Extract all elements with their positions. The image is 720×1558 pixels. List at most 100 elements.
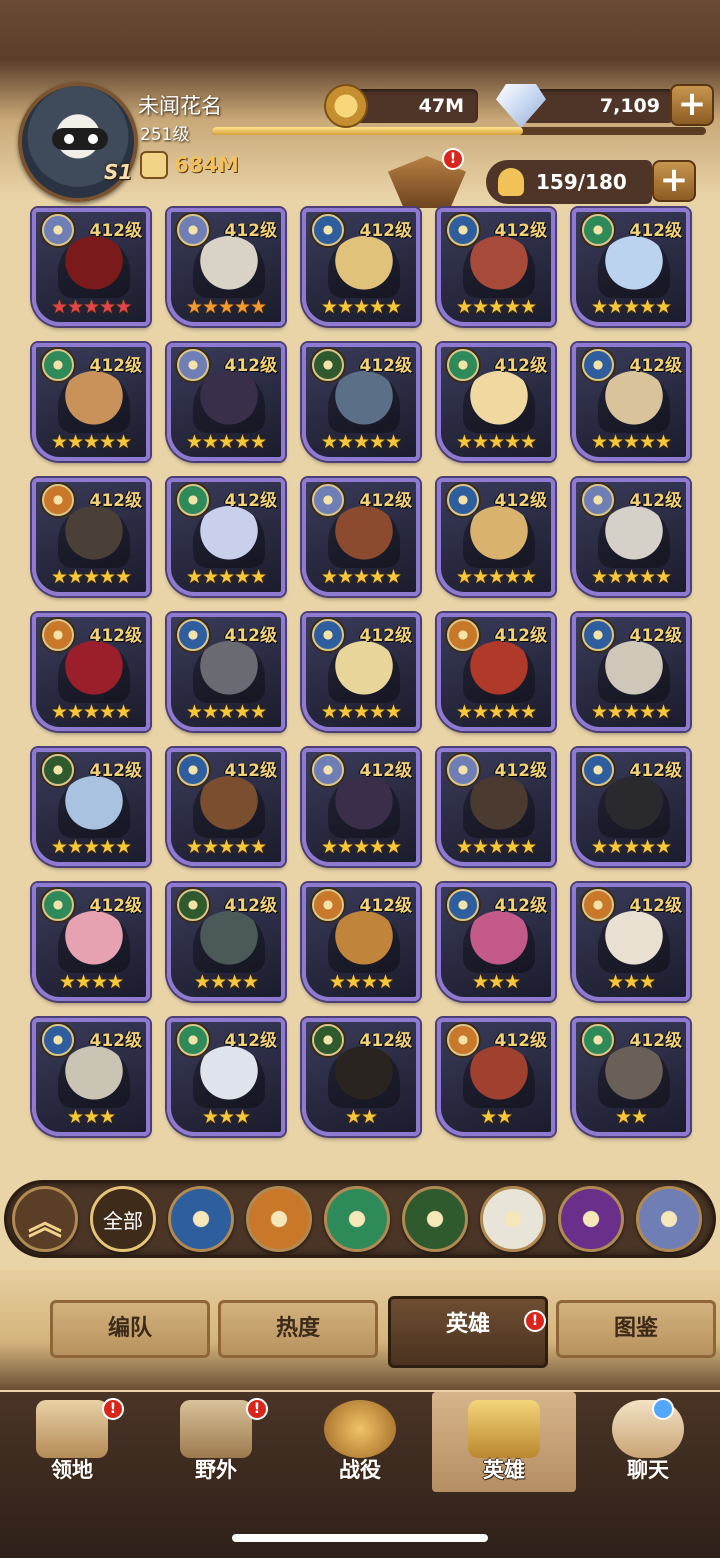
formation-alert-badge: !: [442, 148, 464, 170]
hero-card[interactable]: 412级 ★★★: [572, 883, 690, 1001]
hero-portrait: [463, 776, 535, 838]
hero-card[interactable]: 412级 ★★★: [437, 883, 555, 1001]
hero-card[interactable]: 412级 ★★★★★: [32, 208, 150, 326]
hero-card[interactable]: 412级 ★★★★★: [32, 343, 150, 461]
faction-emblem-icon: [312, 1024, 344, 1056]
hero-level: 412级: [89, 491, 143, 511]
star-rating: ★★★★: [193, 971, 259, 993]
hero-level: 412级: [629, 626, 683, 646]
hero-card[interactable]: 412级 ★★★★★: [302, 478, 420, 596]
hero-card[interactable]: 412级 ★★★★★: [167, 343, 285, 461]
star-rating: ★★: [479, 1106, 513, 1128]
hero-card[interactable]: 412级 ★★★: [167, 1018, 285, 1136]
star-rating: ★★★★★: [185, 431, 267, 453]
hero-card[interactable]: 412级 ★★: [302, 1018, 420, 1136]
castle-icon: [36, 1400, 108, 1458]
hero-portrait: [58, 776, 130, 838]
hero-card[interactable]: 412级 ★★★★★: [572, 208, 690, 326]
hero-card[interactable]: 412级 ★★★★★: [572, 343, 690, 461]
faction-emblem-icon: [42, 619, 74, 651]
filter-graveborn-icon[interactable]: [402, 1186, 468, 1252]
filter-mauler-icon[interactable]: [246, 1186, 312, 1252]
star-rating: ★★★★★: [590, 431, 672, 453]
hero-card[interactable]: 412级 ★★★★★: [167, 613, 285, 731]
hero-card[interactable]: 412级 ★★: [437, 1018, 555, 1136]
hero-level: 412级: [629, 356, 683, 376]
star-rating: ★★: [344, 1106, 378, 1128]
hero-level: 412级: [494, 626, 548, 646]
heroes-tab-alert-badge: !: [524, 1310, 546, 1332]
nav-campaign[interactable]: 战役: [288, 1392, 432, 1492]
filter-hypogean-icon[interactable]: [558, 1186, 624, 1252]
faction-emblem-icon: [582, 484, 614, 516]
star-rating: ★★★★★: [50, 701, 132, 723]
hero-portrait: [328, 371, 400, 433]
star-rating: ★★★★★: [590, 296, 672, 318]
hero-card[interactable]: 412级 ★★★★★: [32, 613, 150, 731]
nav-heroes[interactable]: 英雄: [432, 1392, 576, 1492]
hero-card[interactable]: 412级 ★★★★★: [437, 613, 555, 731]
faction-emblem-icon: [447, 754, 479, 786]
hero-portrait: [193, 371, 265, 433]
hero-level: 412级: [494, 1031, 548, 1051]
hero-portrait: [193, 236, 265, 298]
tab-formation[interactable]: 编队: [50, 1300, 210, 1358]
filter-dimensional-icon[interactable]: [636, 1186, 702, 1252]
hero-level: 412级: [89, 761, 143, 781]
faction-emblem-icon: [42, 1024, 74, 1056]
hero-card[interactable]: 412级 ★★★★★: [302, 613, 420, 731]
hero-level: 412级: [224, 356, 278, 376]
combat-power-value: 684M: [174, 153, 239, 177]
hero-card[interactable]: 412级 ★★★★★: [32, 748, 150, 866]
hero-card[interactable]: 412级 ★★★★★: [302, 343, 420, 461]
hero-portrait: [193, 641, 265, 703]
hero-card[interactable]: 412级 ★★★★★: [572, 478, 690, 596]
hero-card[interactable]: 412级 ★★★★★: [437, 478, 555, 596]
hero-slots-counter[interactable]: 159/180: [486, 160, 652, 204]
hero-card[interactable]: 412级 ★★★★★: [302, 208, 420, 326]
filter-all-button[interactable]: 全部: [90, 1186, 156, 1252]
player-avatar[interactable]: [18, 82, 138, 202]
nav-label: 领地: [51, 1458, 93, 1482]
buy-diamonds-button[interactable]: +: [670, 84, 714, 126]
tab-hero-book[interactable]: 图鉴: [556, 1300, 716, 1358]
filter-lightbearer-icon[interactable]: [168, 1186, 234, 1252]
nav-chat[interactable]: 聊天: [576, 1392, 720, 1492]
collapse-filter-button[interactable]: ︽: [12, 1186, 78, 1252]
star-rating: ★★★: [606, 971, 656, 993]
hero-card[interactable]: 412级 ★★★★: [167, 883, 285, 1001]
chevron-up-icon: ︽: [28, 1202, 62, 1243]
hero-card[interactable]: 412级 ★★★: [32, 1018, 150, 1136]
hero-grid-scroll[interactable]: 412级 ★★★★★ 412级 ★★★★★ 412级 ★★★★★ 412级 ★★★★★ 412级…: [22, 204, 702, 1158]
filter-wilder-icon[interactable]: [324, 1186, 390, 1252]
hero-card[interactable]: 412级 ★★★★★: [167, 478, 285, 596]
star-rating: ★★★★★: [320, 836, 402, 858]
hero-card[interactable]: 412级 ★★★★★: [437, 748, 555, 866]
faction-emblem-icon: [312, 214, 344, 246]
hero-card[interactable]: 412级 ★★★★: [32, 883, 150, 1001]
hero-card[interactable]: 412级 ★★★★★: [437, 343, 555, 461]
hero-card[interactable]: 412级 ★★★★★: [302, 748, 420, 866]
hero-portrait: [598, 641, 670, 703]
hero-card[interactable]: 412级 ★★★★★: [167, 208, 285, 326]
tab-popularity[interactable]: 热度: [218, 1300, 378, 1358]
hero-level: 412级: [359, 356, 413, 376]
hero-card[interactable]: 412级 ★★★★★: [437, 208, 555, 326]
hero-level: 412级: [359, 1031, 413, 1051]
hero-level: 412级: [494, 761, 548, 781]
hero-level: 412级: [359, 491, 413, 511]
hero-card[interactable]: 412级 ★★★★★: [572, 613, 690, 731]
hero-card[interactable]: 412级 ★★★★: [302, 883, 420, 1001]
hero-card[interactable]: 412级 ★★★★★: [32, 478, 150, 596]
hero-level: 412级: [359, 761, 413, 781]
hero-card[interactable]: 412级 ★★★★★: [572, 748, 690, 866]
filter-celestial-icon[interactable]: [480, 1186, 546, 1252]
hero-card[interactable]: 412级 ★★★★★: [167, 748, 285, 866]
diamond-counter[interactable]: 7,109: [522, 89, 674, 123]
add-hero-slots-button[interactable]: +: [652, 160, 696, 202]
faction-emblem-icon: [582, 889, 614, 921]
hero-portrait: [328, 911, 400, 973]
tab-heroes[interactable]: 英雄: [388, 1296, 548, 1368]
combat-power: 684M: [140, 148, 239, 182]
hero-card[interactable]: 412级 ★★: [572, 1018, 690, 1136]
